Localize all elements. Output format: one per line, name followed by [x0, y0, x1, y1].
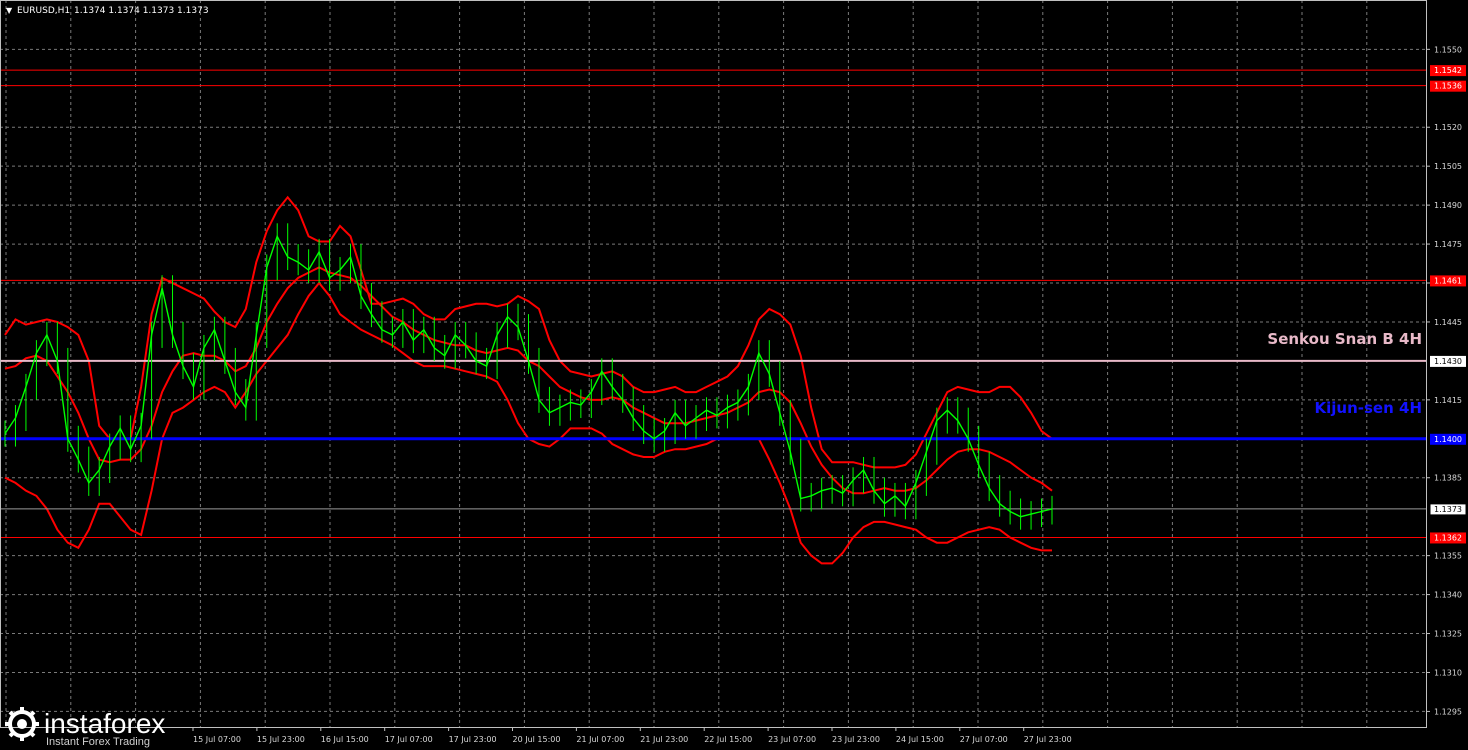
level-label-text: 1.1542 — [1434, 66, 1462, 75]
price-tick-label: 1.1445 — [1434, 318, 1462, 327]
collapse-arrow-icon[interactable]: ▼ — [6, 6, 13, 15]
price-tick-label: 1.1550 — [1434, 45, 1462, 54]
price-tick-label: 1.1520 — [1434, 123, 1462, 132]
time-tick-label: 23 Jul 07:00 — [768, 735, 816, 744]
symbol-name: EURUSD,H1 — [17, 6, 70, 16]
price-tick-label: 1.1355 — [1434, 552, 1462, 561]
price-tick-label: 1.1415 — [1434, 396, 1462, 405]
price-tick-label: 1.1310 — [1434, 668, 1462, 677]
time-tick-label: 16 Jul 15:00 — [321, 735, 369, 744]
price-tick-label: 1.1385 — [1434, 474, 1462, 483]
time-tick-label: 27 Jul 23:00 — [1024, 735, 1072, 744]
price-tick-label: 1.1490 — [1434, 201, 1462, 210]
time-tick-label: 15 Jul 07:00 — [193, 735, 241, 744]
price-tick-label: 1.1295 — [1434, 707, 1462, 716]
level-label-text: 1.1400 — [1434, 435, 1462, 444]
price-tick-label: 1.1475 — [1434, 240, 1462, 249]
time-tick-label: 23 Jul 23:00 — [832, 735, 880, 744]
kijun-sen-annotation: Kijun-sen 4H — [1315, 399, 1422, 417]
price-tick-label: 1.1505 — [1434, 162, 1462, 171]
time-tick-label: 20 Jul 15:00 — [513, 735, 561, 744]
senkou-span-annotation: Senkou Snan B 4H — [1267, 330, 1422, 348]
time-tick-label: 21 Jul 07:00 — [576, 735, 624, 744]
time-tick-label: 27 Jul 07:00 — [960, 735, 1008, 744]
price-chart: 1.1295 1.1310 1.1325 1.1340 1.1355 1.1385 1.14… — [0, 0, 1468, 750]
watermark-tagline: Instant Forex Trading — [46, 736, 150, 748]
time-tick-label: 17 Jul 07:00 — [385, 735, 433, 744]
level-label-text: 1.1536 — [1434, 82, 1462, 91]
time-tick-label: 21 Jul 23:00 — [640, 735, 688, 744]
level-label-text: 1.1362 — [1434, 533, 1462, 542]
gear-logo-icon — [5, 707, 39, 741]
time-tick-label: 17 Jul 23:00 — [449, 735, 497, 744]
price-tick-label: 1.1325 — [1434, 630, 1462, 639]
level-label-text: 1.1430 — [1434, 357, 1462, 366]
level-label-text: 1.1373 — [1434, 505, 1462, 514]
symbol-header: ▼ EURUSD,H1 1.1374 1.1374 1.1373 1.1373 — [6, 6, 209, 16]
watermark-brand: instaforex — [44, 708, 165, 739]
ohlc-values: 1.1374 1.1374 1.1373 1.1373 — [74, 6, 209, 16]
level-label-text: 1.1461 — [1434, 276, 1462, 285]
time-tick-label: 24 Jul 15:00 — [896, 735, 944, 744]
price-tick-label: 1.1340 — [1434, 591, 1462, 600]
time-tick-label: 15 Jul 23:00 — [257, 735, 305, 744]
time-tick-label: 22 Jul 15:00 — [704, 735, 752, 744]
